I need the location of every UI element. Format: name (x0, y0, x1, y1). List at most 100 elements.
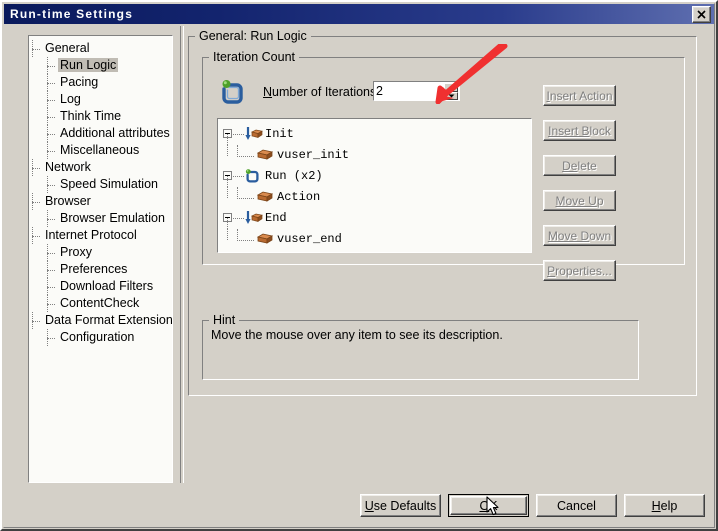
close-glyph (697, 10, 706, 19)
delete-button[interactable]: De lete (543, 155, 616, 176)
help-button[interactable]: Help (624, 494, 705, 517)
tree-connector (47, 83, 55, 84)
sidebar-item-label: Pacing (60, 75, 99, 89)
sidebar-item-speed-simulation[interactable]: Speed Simulation (29, 176, 172, 193)
move-down-button[interactable]: Move Down (543, 225, 616, 246)
number-of-iterations-field[interactable] (373, 81, 460, 101)
action-arrow-down-icon (245, 127, 263, 142)
tree-connector-vertical (227, 145, 228, 156)
spinner-down-button[interactable] (444, 91, 458, 100)
run-logic-node[interactable]: Init (223, 124, 531, 145)
insert-action-button[interactable]: Insert Action (543, 85, 616, 106)
sidebar-item-think-time[interactable]: Think Time (29, 108, 172, 125)
tree-connector (47, 66, 55, 67)
button-mnemonic: De (562, 158, 578, 173)
tree-connector-vertical (47, 142, 48, 159)
iteration-spinner[interactable] (444, 83, 458, 100)
tree-connector (233, 218, 244, 219)
run-logic-node-label: Action (277, 190, 321, 204)
button-label: p (596, 193, 604, 208)
tree-connector (32, 236, 40, 237)
insert-block-button[interactable]: Insert Block (543, 120, 616, 141)
tree-connector (47, 117, 55, 118)
sidebar-item-network[interactable]: Network (29, 159, 172, 176)
settings-category-tree[interactable]: General Run Logic Pacing Log Think Time Addit… (28, 35, 173, 483)
tree-connector-vertical (227, 187, 228, 198)
sidebar-item-contentcheck[interactable]: ContentCheck (29, 295, 172, 312)
properties-button[interactable]: Properties... (543, 260, 616, 281)
sidebar-item-preferences[interactable]: Preferences (29, 261, 172, 278)
spinner-up-button[interactable] (444, 83, 458, 92)
run-logic-node[interactable]: End (223, 208, 531, 229)
run-logic-node-label: Run (x2) (265, 169, 323, 183)
tree-connector (47, 304, 55, 305)
chevron-up-icon (448, 85, 454, 89)
sidebar-item-data-format-extension[interactable]: Data Format Extension (29, 312, 172, 329)
sidebar-item-label: Run Logic (58, 58, 119, 72)
run-logic-node[interactable]: vuser_init (223, 145, 531, 166)
sidebar-item-proxy[interactable]: Proxy (29, 244, 172, 261)
run-logic-panel: General: Run Logic Iteration Count Numbe… (188, 29, 708, 480)
ok-button[interactable]: OK (448, 494, 529, 517)
title-bar[interactable]: Run-time Settings (4, 4, 714, 24)
sidebar-item-internet-protocol[interactable]: Internet Protocol (29, 227, 172, 244)
sidebar-item-label: Miscellaneous (60, 143, 140, 157)
button-mnemonic: U (364, 498, 374, 513)
hint-text: Move the mouse over any item to see its … (211, 328, 503, 342)
use-defaults-button[interactable]: Use Defaults (360, 494, 441, 517)
sidebar-item-browser-emulation[interactable]: Browser Emulation (29, 210, 172, 227)
sidebar-item-run-logic[interactable]: Run Logic (29, 57, 172, 74)
sidebar-item-download-filters[interactable]: Download Filters (29, 278, 172, 295)
tree-connector (47, 287, 55, 288)
sidebar-item-label: Browser Emulation (60, 211, 165, 225)
number-of-iterations-input[interactable] (376, 83, 440, 99)
button-label: Cancel (557, 498, 596, 513)
hint-group: Hint Move the mouse over any item to see… (202, 313, 639, 380)
tree-connector (47, 100, 55, 101)
sidebar-item-label: Additional attributes (60, 126, 170, 140)
tree-connector-vertical (47, 176, 48, 193)
tree-connector-vertical (47, 74, 48, 91)
sidebar-item-log[interactable]: Log (29, 91, 172, 108)
tree-connector (233, 134, 244, 135)
tree-connector-vertical (47, 244, 48, 261)
tree-connector-vertical (32, 193, 33, 210)
sidebar-item-pacing[interactable]: Pacing (29, 74, 172, 91)
button-label: K (489, 498, 498, 513)
tree-connector-vertical (32, 159, 33, 176)
tree-connector-vertical (227, 229, 228, 240)
button-label: se Defaults (373, 498, 437, 513)
sidebar-item-general[interactable]: General (29, 40, 172, 57)
run-logic-node[interactable]: Action (223, 187, 531, 208)
sidebar-item-label: General (45, 41, 90, 55)
chevron-down-icon (448, 94, 454, 98)
sidebar-item-browser[interactable]: Browser (29, 193, 172, 210)
button-mnemonic: Move U (555, 193, 597, 208)
close-icon[interactable] (692, 6, 711, 23)
run-logic-tree[interactable]: Init vuser_init Run (x2) Action End vuser_end (217, 118, 532, 253)
tree-connector (47, 253, 55, 254)
iteration-count-group-label: Iteration Count (209, 50, 299, 64)
button-label: nsert Action (549, 88, 613, 103)
run-logic-node[interactable]: vuser_end (223, 229, 531, 250)
tree-connector-vertical (47, 125, 48, 142)
iteration-label-rest: umber of Iterations: (272, 85, 380, 99)
tree-connector (47, 151, 55, 152)
tree-connector-vertical (32, 40, 33, 57)
cancel-button[interactable]: Cancel (536, 494, 617, 517)
sidebar-item-miscellaneous[interactable]: Miscellaneous (29, 142, 172, 159)
sidebar-item-label: Internet Protocol (45, 228, 137, 242)
run-logic-node[interactable]: Run (x2) (223, 166, 531, 187)
tree-connector-vertical (47, 278, 48, 295)
brick-icon (256, 232, 274, 247)
move-up-button[interactable]: Move Up (543, 190, 616, 211)
tree-connector-vertical (227, 176, 228, 187)
loop-icon (245, 169, 261, 184)
sidebar-item-configuration[interactable]: Configuration (29, 329, 172, 346)
tree-connector-vertical (32, 227, 33, 244)
sidebar-item-label: Log (60, 92, 81, 106)
sidebar-item-additional-attributes[interactable]: Additional attributes (29, 125, 172, 142)
tree-connector-vertical (47, 108, 48, 125)
tree-connector (32, 321, 40, 322)
runtime-settings-dialog: Run-time Settings General Run Logic Pacing… (0, 0, 718, 531)
